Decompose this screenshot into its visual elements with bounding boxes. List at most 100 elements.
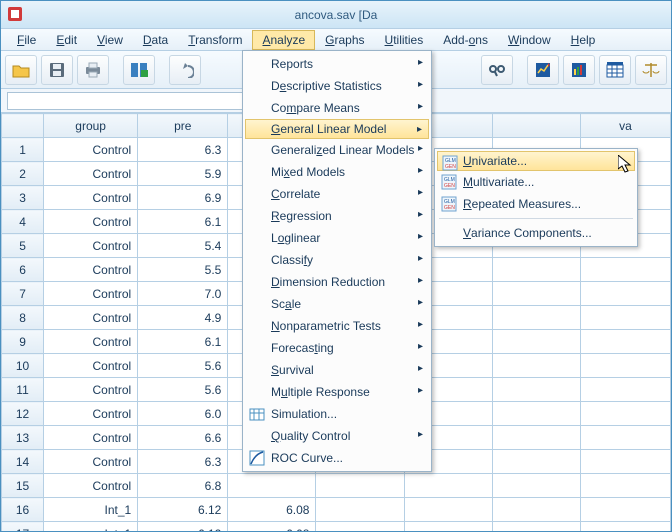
- cell[interactable]: [580, 450, 670, 474]
- table-row[interactable]: 15Control6.8: [2, 474, 671, 498]
- analyze-item-correlate[interactable]: Correlate: [245, 183, 429, 205]
- row-header[interactable]: 15: [2, 474, 44, 498]
- cell[interactable]: [580, 306, 670, 330]
- cell[interactable]: [580, 474, 670, 498]
- analyze-item-descriptive-statistics[interactable]: Descriptive Statistics: [245, 75, 429, 97]
- cell[interactable]: Int_1: [44, 522, 138, 532]
- cell[interactable]: [492, 522, 580, 532]
- cell[interactable]: [404, 522, 492, 532]
- analyze-item-forecasting[interactable]: Forecasting: [245, 337, 429, 359]
- cell[interactable]: [580, 402, 670, 426]
- cell[interactable]: [492, 426, 580, 450]
- cell[interactable]: [580, 354, 670, 378]
- cell[interactable]: 5.6: [138, 354, 228, 378]
- cell[interactable]: [404, 474, 492, 498]
- cell[interactable]: [492, 306, 580, 330]
- row-header[interactable]: 10: [2, 354, 44, 378]
- cell[interactable]: 6.1: [138, 210, 228, 234]
- row-header[interactable]: 1: [2, 138, 44, 162]
- analyze-item-simulation[interactable]: Simulation...: [245, 403, 429, 425]
- analyze-item-loglinear[interactable]: Loglinear: [245, 227, 429, 249]
- menu-add-ons[interactable]: Add-ons: [433, 30, 498, 50]
- table-row[interactable]: 17Int_16.126.08: [2, 522, 671, 532]
- menu-edit[interactable]: Edit: [46, 30, 87, 50]
- analyze-item-generalized-linear-models[interactable]: Generalized Linear Models: [245, 139, 429, 161]
- row-header[interactable]: 5: [2, 234, 44, 258]
- cell[interactable]: Control: [44, 138, 138, 162]
- analyze-item-classify[interactable]: Classify: [245, 249, 429, 271]
- column-header[interactable]: pre: [138, 114, 228, 138]
- cell[interactable]: [580, 426, 670, 450]
- menu-utilities[interactable]: Utilities: [375, 30, 434, 50]
- cell[interactable]: [580, 282, 670, 306]
- cell[interactable]: Control: [44, 378, 138, 402]
- cell[interactable]: [492, 498, 580, 522]
- cell[interactable]: Control: [44, 186, 138, 210]
- cell[interactable]: 5.9: [138, 162, 228, 186]
- cell[interactable]: Control: [44, 354, 138, 378]
- menu-data[interactable]: Data: [133, 30, 178, 50]
- row-header[interactable]: 6: [2, 258, 44, 282]
- cell[interactable]: 5.6: [138, 378, 228, 402]
- row-header[interactable]: 2: [2, 162, 44, 186]
- glm-item-repeated-measures[interactable]: GLMGENRepeated Measures...: [437, 193, 635, 215]
- cell[interactable]: 5.5: [138, 258, 228, 282]
- row-header[interactable]: 12: [2, 402, 44, 426]
- scales-button[interactable]: [635, 55, 667, 85]
- cell[interactable]: 4.9: [138, 306, 228, 330]
- cell[interactable]: [228, 474, 316, 498]
- analyze-item-dimension-reduction[interactable]: Dimension Reduction: [245, 271, 429, 293]
- menu-view[interactable]: View: [87, 30, 133, 50]
- cell[interactable]: [492, 474, 580, 498]
- glm-item-univariate[interactable]: GLMGENUnivariate...: [437, 151, 635, 171]
- legacy-dialogs-button[interactable]: [563, 55, 595, 85]
- row-header[interactable]: 11: [2, 378, 44, 402]
- cell[interactable]: Int_1: [44, 498, 138, 522]
- table-row[interactable]: 16Int_16.126.08: [2, 498, 671, 522]
- cell[interactable]: [316, 498, 404, 522]
- cell[interactable]: Control: [44, 474, 138, 498]
- menu-transform[interactable]: Transform: [178, 30, 252, 50]
- save-button[interactable]: [41, 55, 73, 85]
- chart-builder-button[interactable]: [527, 55, 559, 85]
- cell[interactable]: Control: [44, 234, 138, 258]
- row-header[interactable]: 8: [2, 306, 44, 330]
- cell[interactable]: [316, 474, 404, 498]
- cell[interactable]: 6.12: [138, 522, 228, 532]
- cell[interactable]: Control: [44, 450, 138, 474]
- cell[interactable]: 7.0: [138, 282, 228, 306]
- cell[interactable]: 5.4: [138, 234, 228, 258]
- cell[interactable]: Control: [44, 282, 138, 306]
- analyze-item-multiple-response[interactable]: Multiple Response: [245, 381, 429, 403]
- undo-button[interactable]: [169, 55, 201, 85]
- row-header[interactable]: 4: [2, 210, 44, 234]
- menu-analyze[interactable]: Analyze: [252, 30, 315, 50]
- cell[interactable]: 6.9: [138, 186, 228, 210]
- cell[interactable]: [492, 330, 580, 354]
- analyze-item-general-linear-model[interactable]: General Linear Model: [245, 119, 429, 139]
- find-button[interactable]: [481, 55, 513, 85]
- row-header[interactable]: 16: [2, 498, 44, 522]
- analyze-item-regression[interactable]: Regression: [245, 205, 429, 227]
- menu-file[interactable]: File: [7, 30, 46, 50]
- cell[interactable]: [492, 282, 580, 306]
- cell[interactable]: 6.08: [228, 522, 316, 532]
- print-button[interactable]: [77, 55, 109, 85]
- cell[interactable]: Control: [44, 162, 138, 186]
- cell[interactable]: [580, 330, 670, 354]
- cell[interactable]: [492, 450, 580, 474]
- menu-graphs[interactable]: Graphs: [315, 30, 374, 50]
- cell[interactable]: [492, 354, 580, 378]
- analyze-item-reports[interactable]: Reports: [245, 53, 429, 75]
- cell[interactable]: [316, 522, 404, 532]
- row-header[interactable]: 9: [2, 330, 44, 354]
- analyze-item-compare-means[interactable]: Compare Means: [245, 97, 429, 119]
- cell[interactable]: 6.0: [138, 402, 228, 426]
- cell-entry[interactable]: [7, 92, 247, 110]
- cell[interactable]: [580, 498, 670, 522]
- variables-button[interactable]: [123, 55, 155, 85]
- row-header[interactable]: 7: [2, 282, 44, 306]
- row-header[interactable]: 17: [2, 522, 44, 532]
- cell[interactable]: [404, 498, 492, 522]
- row-header[interactable]: 13: [2, 426, 44, 450]
